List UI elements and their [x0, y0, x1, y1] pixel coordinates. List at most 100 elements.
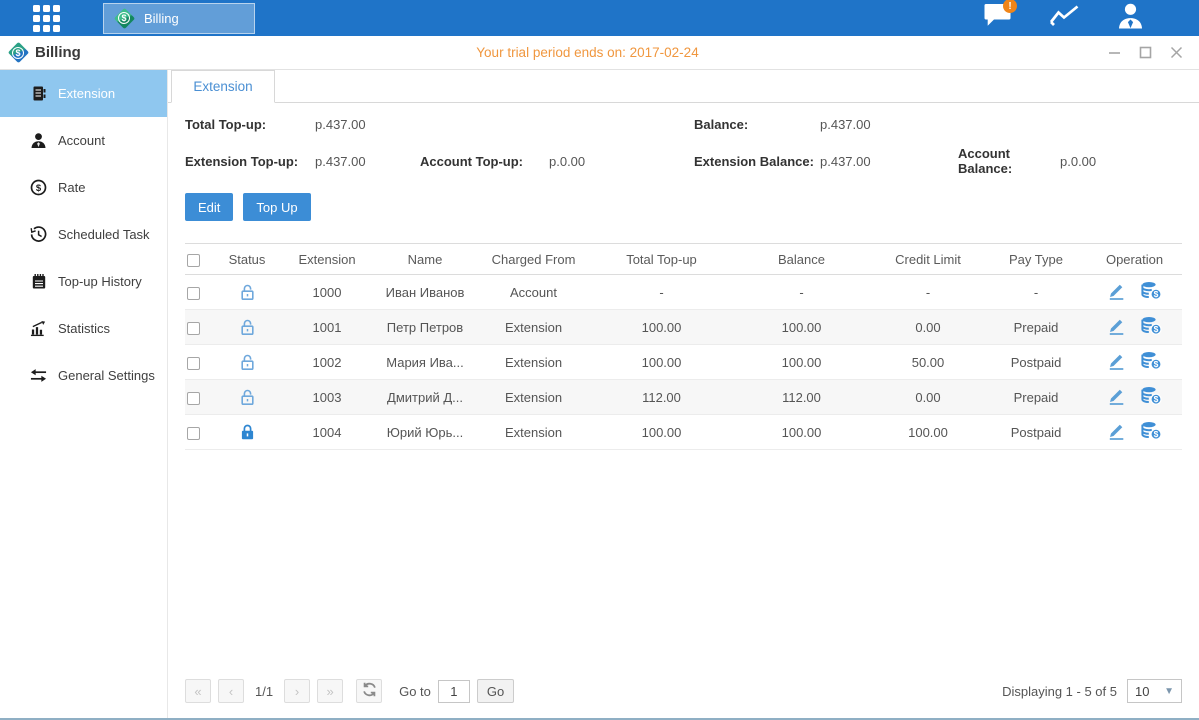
sidebar-item-statistics[interactable]: Statistics: [0, 305, 167, 352]
prev-page-button[interactable]: ‹: [218, 679, 244, 703]
topup-icon[interactable]: $: [1141, 351, 1162, 370]
balance-cell: 112.00: [732, 380, 871, 415]
chevron-down-icon: ▼: [1164, 686, 1174, 697]
pay-type-cell: Prepaid: [985, 310, 1087, 345]
balance-cell: 100.00: [732, 345, 871, 380]
total-topup-cell: 100.00: [591, 345, 732, 380]
topup-icon[interactable]: $: [1141, 316, 1162, 335]
sidebar-item-extension[interactable]: Extension: [0, 70, 167, 117]
first-page-button[interactable]: «: [185, 679, 211, 703]
user-account-icon[interactable]: [1113, 4, 1147, 32]
column-header-name: Name: [374, 244, 476, 275]
maximize-icon[interactable]: [1138, 46, 1152, 60]
svg-text:$: $: [1154, 324, 1159, 334]
extension-topup-value: p.437.00: [315, 154, 420, 169]
extension-icon: [30, 85, 47, 102]
total-topup-cell: 100.00: [591, 415, 732, 450]
go-button[interactable]: Go: [477, 679, 514, 703]
balance-cell: 100.00: [732, 310, 871, 345]
sidebar-item-top-up-history[interactable]: Top-up History: [0, 258, 167, 305]
topup-icon[interactable]: $: [1141, 386, 1162, 405]
charged-from-cell: Extension: [476, 310, 591, 345]
titlebar: $ Billing Your trial period ends on: 201…: [0, 36, 1199, 70]
sidebar-item-rate[interactable]: $Rate: [0, 164, 167, 211]
charged-from-cell: Extension: [476, 380, 591, 415]
extension-cell: 1002: [280, 345, 374, 380]
edit-icon[interactable]: [1107, 422, 1126, 440]
charged-from-cell: Account: [476, 275, 591, 310]
unlocked-icon: [239, 353, 256, 371]
name-cell: Юрий Юрь...: [374, 415, 476, 450]
sidebar-item-account[interactable]: Account: [0, 117, 167, 164]
user-icon: [1117, 2, 1144, 34]
row-checkbox[interactable]: [187, 322, 200, 335]
sidebar-item-general-settings[interactable]: General Settings: [0, 352, 167, 399]
edit-icon[interactable]: [1107, 282, 1126, 300]
unlocked-icon: [239, 283, 256, 301]
monitor-chart-icon[interactable]: [1047, 4, 1081, 32]
messages-icon[interactable]: !: [981, 4, 1015, 32]
credit-limit-cell: 100.00: [871, 415, 985, 450]
topup-icon[interactable]: $: [1141, 281, 1162, 300]
column-header-credit-limit: Credit Limit: [871, 244, 985, 275]
notification-badge: !: [1003, 0, 1017, 13]
name-cell: Дмитрий Д...: [374, 380, 476, 415]
column-header-operation: Operation: [1087, 244, 1182, 275]
row-checkbox[interactable]: [187, 357, 200, 370]
extension-table: StatusExtensionNameCharged FromTotal Top…: [185, 243, 1182, 450]
edit-icon[interactable]: [1107, 352, 1126, 370]
total-topup-cell: 100.00: [591, 310, 732, 345]
minimize-icon[interactable]: [1107, 46, 1121, 60]
edit-button[interactable]: Edit: [185, 193, 233, 221]
edit-icon[interactable]: [1107, 317, 1126, 335]
displaying-text: Displaying 1 - 5 of 5: [1002, 684, 1117, 699]
account-topup-value: p.0.00: [549, 154, 694, 169]
table-header-row: StatusExtensionNameCharged FromTotal Top…: [185, 244, 1182, 275]
summary-panel: Total Top-up: p.437.00 Balance: p.437.00…: [185, 117, 1182, 176]
page-size-select[interactable]: 10 ▼: [1127, 679, 1182, 703]
column-header-status: Status: [214, 244, 280, 275]
sidebar-item-label: Rate: [58, 180, 85, 195]
top-up-button[interactable]: Top Up: [243, 193, 310, 221]
sidebar-item-scheduled-task[interactable]: Scheduled Task: [0, 211, 167, 258]
account-topup-label: Account Top-up:: [420, 154, 549, 169]
balance-cell: -: [732, 275, 871, 310]
window-controls: [1107, 46, 1183, 60]
sidebar-item-label: Statistics: [58, 321, 110, 336]
row-checkbox[interactable]: [187, 287, 200, 300]
close-icon[interactable]: [1169, 46, 1183, 60]
next-page-button[interactable]: ›: [284, 679, 310, 703]
svg-text:$: $: [1154, 359, 1159, 369]
goto-page-input[interactable]: [438, 680, 470, 703]
extension-cell: 1004: [280, 415, 374, 450]
pay-type-cell: Prepaid: [985, 380, 1087, 415]
balance-value: p.437.00: [820, 117, 958, 132]
app-tab-label: Billing: [144, 11, 179, 26]
topup-history-icon: [30, 273, 47, 290]
pagination-bar: « ‹ 1/1 › » Go to Go Displaying 1 - 5 of…: [185, 679, 1182, 703]
brand: $ Billing: [7, 42, 81, 64]
topup-icon[interactable]: $: [1141, 421, 1162, 440]
extension-cell: 1001: [280, 310, 374, 345]
app-tab-billing[interactable]: $ Billing: [103, 3, 255, 34]
table-row: 1003Дмитрий Д...Extension112.00112.000.0…: [185, 380, 1182, 415]
refresh-button[interactable]: [356, 679, 382, 703]
apps-grid-icon[interactable]: [33, 5, 60, 32]
row-checkbox[interactable]: [187, 427, 200, 440]
sidebar-item-label: Extension: [58, 86, 115, 101]
table-row: 1004Юрий Юрь...Extension100.00100.00100.…: [185, 415, 1182, 450]
extension-balance-value: p.437.00: [820, 154, 958, 169]
last-page-button[interactable]: »: [317, 679, 343, 703]
row-checkbox[interactable]: [187, 392, 200, 405]
account-icon: [30, 132, 47, 149]
edit-icon[interactable]: [1107, 387, 1126, 405]
select-all-checkbox[interactable]: [187, 254, 200, 267]
sidebar-item-label: Top-up History: [58, 274, 142, 289]
tab-extension[interactable]: Extension: [171, 70, 275, 103]
column-header-extension: Extension: [280, 244, 374, 275]
scheduled-task-icon: [30, 226, 47, 243]
general-settings-icon: [30, 367, 47, 384]
pay-type-cell: Postpaid: [985, 345, 1087, 380]
account-balance-value: p.0.00: [1060, 154, 1182, 169]
trial-notice: Your trial period ends on: 2017-02-24: [476, 45, 698, 60]
